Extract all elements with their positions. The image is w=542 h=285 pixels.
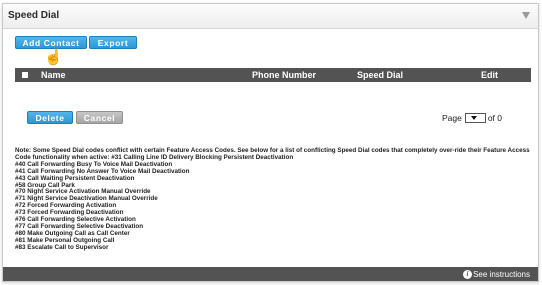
- page-count: of 0: [487, 113, 502, 123]
- column-edit: Edit: [481, 70, 498, 80]
- column-name: Name: [41, 70, 66, 80]
- delete-button[interactable]: Delete: [27, 111, 73, 124]
- panel-title: Speed Dial: [8, 10, 60, 21]
- collapse-arrow-icon[interactable]: [522, 12, 530, 19]
- see-instructions-link[interactable]: See instructions: [473, 270, 530, 279]
- note-line: #83 Escalate Call to Supervisor: [15, 243, 109, 251]
- speed-dial-panel: Speed Dial Add Contact Export ☝ Name Pho…: [2, 3, 539, 282]
- panel-header: Speed Dial: [3, 4, 538, 29]
- table-header: Name Phone Number Speed Dial Edit: [15, 68, 531, 82]
- panel-footer: i See instructions: [3, 267, 538, 281]
- pager: Page of 0: [442, 113, 502, 123]
- export-button[interactable]: Export: [89, 36, 137, 49]
- page-label: Page: [441, 113, 462, 123]
- column-phone-number: Phone Number: [252, 70, 317, 80]
- conflict-note: Note: Some Speed Dial codes conflict wit…: [15, 147, 535, 252]
- note-line: #43 Call Waiting Persistent Deactivation: [15, 174, 135, 182]
- select-all-checkbox[interactable]: [22, 72, 28, 78]
- column-speed-dial: Speed Dial: [357, 70, 404, 80]
- info-icon[interactable]: i: [463, 270, 472, 279]
- page-select[interactable]: [464, 113, 486, 123]
- add-contact-button[interactable]: Add Contact: [15, 36, 87, 49]
- cancel-button[interactable]: Cancel: [76, 111, 123, 124]
- hand-cursor-icon: ☝: [44, 49, 63, 66]
- note-intro: Note: Some Speed Dial codes conflict wit…: [15, 147, 530, 161]
